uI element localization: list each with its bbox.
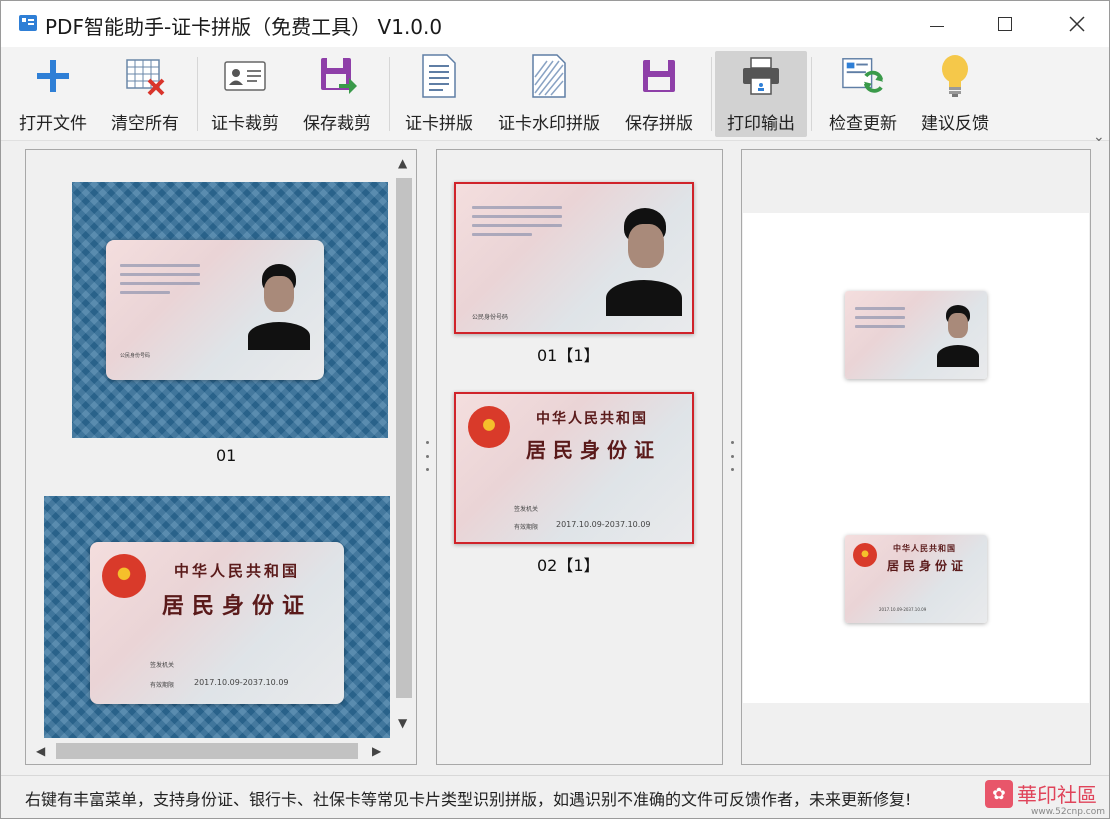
cropped-card-front[interactable]: 公民身份号码 (454, 182, 694, 334)
save-crop-button[interactable]: 保存裁剪 (293, 51, 381, 137)
open-file-label: 打开文件 (19, 114, 87, 134)
close-button[interactable] (1047, 1, 1107, 47)
site-watermark: ✿ 華印社區 (985, 779, 1097, 808)
card-name: 居民身份证 (526, 438, 661, 462)
portrait (246, 260, 310, 350)
minimize-button[interactable] (907, 1, 967, 47)
toolbar-separator (389, 57, 390, 131)
status-bar: 右键有丰富菜单，支持身份证、银行卡、社保卡等常见卡片类型识别拼版，如遇识别不准确… (1, 775, 1109, 818)
printer-icon (739, 51, 783, 101)
scroll-thumb[interactable] (56, 743, 358, 759)
open-file-button[interactable]: 打开文件 (9, 51, 97, 137)
clear-all-button[interactable]: 清空所有 (101, 51, 189, 137)
watermark-logo-icon: ✿ (985, 779, 1013, 808)
validity-date: 2017.10.09-2037.10.09 (194, 678, 289, 687)
card-country: 中华人民共和国 (536, 411, 648, 427)
left-horizontal-scrollbar[interactable]: ◀ ▶ (26, 738, 416, 764)
watermark-url: www.52cnp.com (1031, 807, 1106, 817)
maximize-icon (998, 17, 1012, 31)
source-image-panel[interactable]: 公民身份号码 01 中华人民共和国 居民身份证 签发机关 有效期限 2017.1… (25, 149, 417, 765)
validity-label: 有效期限 (514, 524, 539, 531)
status-text: 右键有丰富菜单，支持身份证、银行卡、社保卡等常见卡片类型识别拼版，如遇识别不准确… (25, 790, 912, 809)
scroll-thumb[interactable] (396, 178, 412, 698)
preview-card-back: 中华人民共和国 居民身份证 2017.10.09-2037.10.09 (845, 535, 987, 623)
card-crop-label: 证卡裁剪 (211, 114, 279, 134)
id-number-label: 公民身份号码 (472, 314, 509, 321)
window-title: PDF智能助手-证卡拼版（免费工具） V1.0.0 (45, 15, 443, 39)
card-country: 中华人民共和国 (174, 562, 301, 580)
watermark-layout-label: 证卡水印拼版 (498, 114, 600, 134)
save-icon (637, 51, 681, 101)
scroll-left-icon[interactable]: ◀ (36, 744, 45, 758)
cropped-label: 01【1】 (537, 346, 600, 365)
card-layout-label: 证卡拼版 (405, 114, 473, 134)
save-crop-label: 保存裁剪 (303, 114, 371, 134)
app-icon (19, 15, 37, 31)
left-vertical-scrollbar[interactable]: ▲ ▼ (392, 150, 416, 738)
document-icon (417, 51, 461, 101)
splitter-handle[interactable] (729, 441, 735, 471)
plus-icon (31, 51, 75, 101)
card-layout-button[interactable]: 证卡拼版 (395, 51, 483, 137)
minimize-icon (930, 25, 944, 27)
cropped-label: 02【1】 (537, 556, 600, 575)
print-page-preview: 中华人民共和国 居民身份证 2017.10.09-2037.10.09 (743, 213, 1089, 703)
national-emblem-icon (102, 554, 146, 598)
portrait (935, 303, 981, 367)
print-output-label: 打印输出 (727, 114, 795, 134)
id-number-label: 公民身份号码 (120, 353, 151, 359)
toolbar-separator (197, 57, 198, 131)
preview-card-front (845, 291, 987, 379)
card-name: 居民身份证 (887, 559, 968, 573)
watermark-layout-button[interactable]: 证卡水印拼版 (491, 51, 607, 137)
cropped-card-back[interactable]: 中华人民共和国 居民身份证 签发机关 有效期限 2017.10.09-2037.… (454, 392, 694, 544)
card-country: 中华人民共和国 (893, 543, 956, 553)
toolbar-separator (711, 57, 712, 131)
app-window: PDF智能助手-证卡拼版（免费工具） V1.0.0 打开文件 清空所有 证卡裁剪… (0, 0, 1110, 819)
validity-date: 2017.10.09-2037.10.09 (556, 520, 651, 529)
id-card-back: 中华人民共和国 居民身份证 签发机关 有效期限 2017.10.09-2037.… (90, 542, 344, 704)
scroll-right-icon[interactable]: ▶ (372, 744, 381, 758)
maximize-button[interactable] (975, 1, 1035, 47)
lightbulb-icon (933, 51, 977, 101)
save-export-icon (315, 51, 359, 101)
save-layout-label: 保存拼版 (625, 114, 693, 134)
splitter-handle[interactable] (424, 441, 430, 471)
portrait (604, 206, 684, 316)
watermark-document-icon (527, 51, 571, 101)
clear-all-label: 清空所有 (111, 114, 179, 134)
toolbar-more-button[interactable]: ⌄ (1093, 129, 1105, 145)
clear-grid-icon (123, 51, 167, 101)
validity-date: 2017.10.09-2037.10.09 (879, 607, 927, 612)
source-image-02[interactable]: 中华人民共和国 居民身份证 签发机关 有效期限 2017.10.09-2037.… (44, 496, 390, 738)
toolbar-separator (811, 57, 812, 131)
feedback-label: 建议反馈 (921, 114, 989, 134)
validity-label: 有效期限 (150, 682, 175, 689)
refresh-icon (841, 51, 885, 101)
watermark-text: 華印社區 (1017, 783, 1097, 807)
scroll-up-icon[interactable]: ▲ (398, 156, 407, 170)
cropped-card-panel[interactable]: 公民身份号码 01【1】 中华人民共和国 居民身份证 签发机关 有效期限 201… (436, 149, 723, 765)
authority-label: 签发机关 (514, 506, 539, 513)
scroll-down-icon[interactable]: ▼ (398, 716, 407, 730)
national-emblem-icon (853, 543, 877, 567)
id-card-front: 公民身份号码 (106, 240, 324, 380)
national-emblem-icon (468, 406, 510, 448)
image-label: 01 (216, 446, 237, 465)
card-name: 居民身份证 (162, 593, 313, 619)
check-update-label: 检查更新 (829, 114, 897, 134)
feedback-button[interactable]: 建议反馈 (911, 51, 999, 137)
print-output-button[interactable]: 打印输出 (715, 51, 807, 137)
source-image-01[interactable]: 公民身份号码 (72, 182, 388, 438)
save-layout-button[interactable]: 保存拼版 (615, 51, 703, 137)
check-update-button[interactable]: 检查更新 (817, 51, 909, 137)
id-card-icon (223, 51, 267, 101)
title-bar: PDF智能助手-证卡拼版（免费工具） V1.0.0 (1, 1, 1109, 47)
close-icon (1069, 16, 1085, 32)
toolbar: 打开文件 清空所有 证卡裁剪 保存裁剪 证卡拼版 证卡水印拼版 保存拼版 打印输… (1, 47, 1109, 145)
authority-label: 签发机关 (150, 662, 175, 669)
card-crop-button[interactable]: 证卡裁剪 (201, 51, 289, 137)
